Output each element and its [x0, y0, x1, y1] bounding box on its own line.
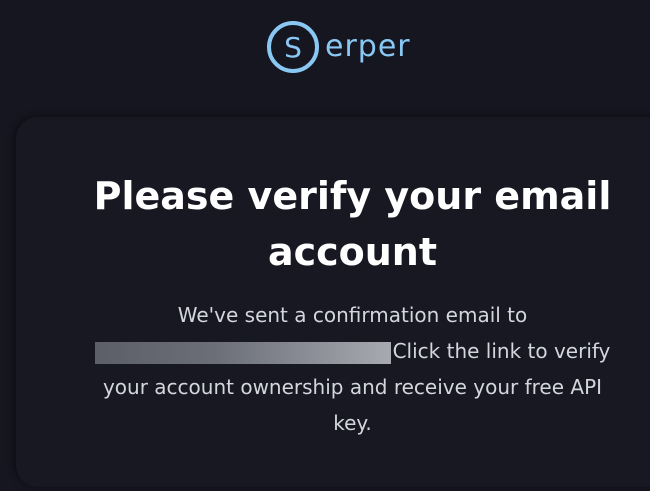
- page: S erper Please verify your email account…: [0, 0, 650, 491]
- svg-text:S: S: [284, 31, 302, 64]
- page-title: Please verify your email account: [93, 174, 612, 274]
- s-circle-logo-icon: S: [265, 19, 321, 75]
- confirmation-message: We've sent a confirmation email to Click…: [85, 297, 620, 441]
- message-line-1: We've sent a confirmation email to: [177, 303, 528, 327]
- redacted-email-address: [94, 341, 391, 364]
- logo-text: erper: [325, 29, 411, 64]
- serper-logo[interactable]: S erper: [265, 19, 411, 75]
